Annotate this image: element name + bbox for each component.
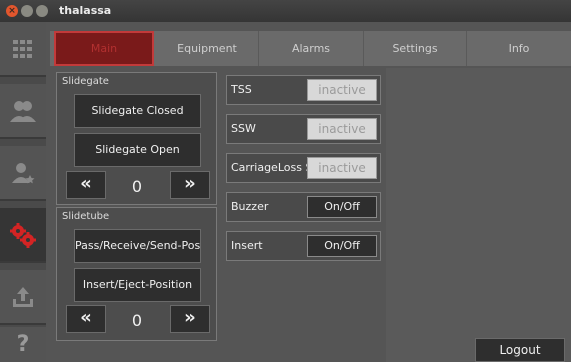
sidebar-item-help[interactable]: ?	[0, 327, 46, 362]
minimize-window-button[interactable]	[21, 5, 33, 17]
pass-receive-send-position-button[interactable]: Pass/Receive/Send-Position	[74, 229, 201, 263]
insert-toggle-button[interactable]: On/Off	[307, 235, 377, 257]
ssw-label: SSW	[231, 122, 256, 135]
ssw-row: SSW inactive	[226, 114, 381, 144]
carriageloss-label: CarriageLoss S	[231, 161, 307, 174]
grid-icon	[13, 39, 32, 58]
slidegate-closed-button[interactable]: Slidegate Closed	[74, 94, 201, 128]
close-window-button[interactable]: ×	[6, 5, 18, 17]
sidebar-item-gears[interactable]	[0, 208, 46, 263]
right-panel	[386, 68, 571, 362]
slidegate-increment-button[interactable]: »	[170, 171, 210, 199]
tab-alarms[interactable]: Alarms	[259, 31, 364, 66]
sidebar-item-grid[interactable]	[0, 22, 46, 77]
slidegate-open-button[interactable]: Slidegate Open	[74, 133, 201, 167]
logout-button[interactable]: Logout	[475, 338, 565, 362]
insert-row: Insert On/Off	[226, 231, 381, 261]
slidetube-counter: 0	[131, 311, 143, 330]
buzzer-toggle-button[interactable]: On/Off	[307, 196, 377, 218]
carriageloss-status: inactive	[307, 157, 377, 179]
buzzer-label: Buzzer	[231, 200, 269, 213]
slidetube-increment-button[interactable]: »	[170, 305, 210, 333]
insert-label: Insert	[231, 239, 263, 252]
sidebar-item-user-star[interactable]	[0, 146, 46, 201]
slidetube-title: Slidetube	[62, 211, 110, 222]
carriageloss-row: CarriageLoss S inactive	[226, 153, 381, 183]
tab-info[interactable]: Info	[467, 31, 571, 66]
slidegate-counter: 0	[131, 177, 143, 196]
gears-icon	[10, 222, 36, 248]
sidebar: ?	[0, 22, 46, 362]
insert-eject-position-button[interactable]: Insert/Eject-Position	[74, 268, 201, 302]
close-icon: ×	[8, 6, 16, 16]
tab-main[interactable]: Main	[54, 31, 154, 66]
help-icon: ?	[16, 332, 30, 357]
user-star-icon	[12, 162, 35, 183]
ssw-status: inactive	[307, 118, 377, 140]
sidebar-item-users[interactable]	[0, 84, 46, 139]
slidegate-title: Slidegate	[62, 76, 109, 87]
tss-label: TSS	[231, 83, 252, 96]
tss-row: TSS inactive	[226, 75, 381, 105]
tab-bar: Main Equipment Alarms Settings Info	[50, 31, 571, 66]
tss-status: inactive	[307, 79, 377, 101]
buzzer-row: Buzzer On/Off	[226, 192, 381, 222]
slidetube-decrement-button[interactable]: «	[66, 305, 106, 333]
title-bar: × thalassa	[0, 0, 571, 23]
window-title: thalassa	[59, 4, 112, 17]
upload-icon	[13, 286, 33, 307]
maximize-window-button[interactable]	[36, 5, 48, 17]
tab-settings[interactable]: Settings	[364, 31, 467, 66]
slidegate-decrement-button[interactable]: «	[66, 171, 106, 199]
users-icon	[10, 100, 36, 122]
tab-equipment[interactable]: Equipment	[156, 31, 259, 66]
sidebar-item-upload[interactable]	[0, 270, 46, 325]
